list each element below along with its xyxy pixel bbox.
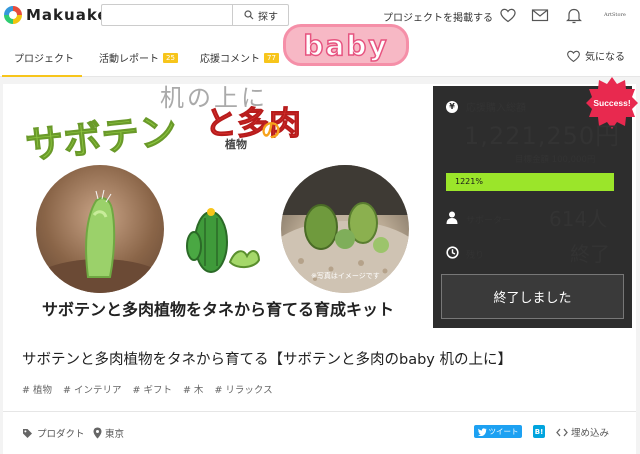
tag-link[interactable]: # リラックス (214, 382, 272, 396)
category-link[interactable]: プロダクト (22, 426, 85, 440)
tag-link[interactable]: # 木 (183, 382, 203, 396)
amount-label-text: 応援購入総額 (466, 103, 526, 114)
tag-icon (23, 428, 32, 438)
yen-icon: ¥ (446, 100, 458, 113)
hero-subtitle: 机の上に (160, 84, 268, 112)
hero-title-text: 植物 (225, 138, 247, 151)
tab-label: 応援コメント (200, 54, 260, 65)
tab-support-comments[interactable]: 応援コメント 77 (200, 50, 279, 65)
search-button-label: 探す (258, 11, 278, 23)
tab-activity-report[interactable]: 活動レポート 25 (99, 50, 178, 65)
ended-button[interactable]: 終了しました (441, 274, 624, 319)
tag-list: # 植物 # インテリア # ギフト # 木 # リラックス (22, 382, 284, 396)
artstore-link[interactable]: ArtStore (604, 12, 626, 18)
post-project-link[interactable]: プロジェクトを掲載する (383, 9, 493, 24)
tag-link[interactable]: # ギフト (132, 382, 171, 396)
funding-amount: 1,221,250円 (464, 122, 621, 150)
cactus-illustration (186, 208, 261, 273)
divider (3, 411, 636, 412)
tag-link[interactable]: # インテリア (63, 382, 121, 396)
project-title: サボテンと多肉植物をタネから育てる【サボテンと多肉のbaby 机の上に】 (22, 352, 512, 368)
location-link[interactable]: 東京 (93, 426, 124, 440)
logo-text: Makuake (26, 6, 109, 24)
makuake-logo[interactable]: Makuake (4, 6, 109, 24)
tab-label: 活動レポート (99, 54, 159, 65)
location-label: 東京 (105, 429, 125, 440)
location-pin-icon (93, 427, 102, 439)
remaining-label: 残り (466, 251, 485, 261)
progress-text: 1221% (455, 177, 483, 186)
amount-label: ¥ 応援購入総額 (446, 99, 526, 114)
favorite-button[interactable]: 気になる (566, 48, 625, 63)
count-badge: 77 (264, 52, 279, 63)
count-badge: 25 (163, 52, 178, 63)
photo-note: ※写真はイメージです (311, 272, 380, 280)
hero-title-text: サボテン (23, 108, 180, 169)
supporters-value: 614人 (549, 207, 608, 231)
clock-icon (446, 246, 459, 259)
heart-icon (567, 50, 580, 62)
embed-button[interactable]: 埋め込み (556, 425, 609, 439)
hero-baby-logo: baby (283, 24, 409, 66)
embed-label: 埋め込み (571, 428, 610, 439)
hero-title-text: の (261, 118, 281, 142)
logo-mark-icon (4, 6, 22, 24)
bell-icon[interactable] (566, 7, 582, 24)
tag-link[interactable]: # 植物 (22, 382, 52, 396)
hero-caption: サボテンと多肉植物をタネから育てる育成キット (41, 300, 394, 319)
tweet-button[interactable]: ツイート (474, 425, 522, 438)
heart-icon[interactable] (499, 7, 517, 23)
code-icon (556, 428, 568, 436)
category-label: プロダクト (37, 429, 85, 440)
active-tab-indicator (2, 75, 82, 77)
success-badge-text: Success! (593, 98, 630, 108)
mail-icon[interactable] (531, 7, 549, 23)
favorite-label: 気になる (585, 52, 625, 63)
hatena-bookmark-button[interactable]: B! (533, 425, 545, 438)
tweet-label: ツイート (488, 427, 519, 436)
seedling-photo (36, 165, 164, 293)
person-icon (446, 211, 458, 224)
goal-amount: 目標金額 100,000円 (515, 155, 596, 165)
search-icon (244, 10, 254, 20)
twitter-bird-icon (477, 427, 487, 436)
tab-label: プロジェクト (14, 54, 74, 65)
search-button[interactable]: 探す (232, 4, 289, 26)
supporters-label: サポーター (466, 216, 512, 226)
remaining-value: 終了 (570, 242, 610, 266)
tab-project[interactable]: プロジェクト (14, 50, 74, 65)
